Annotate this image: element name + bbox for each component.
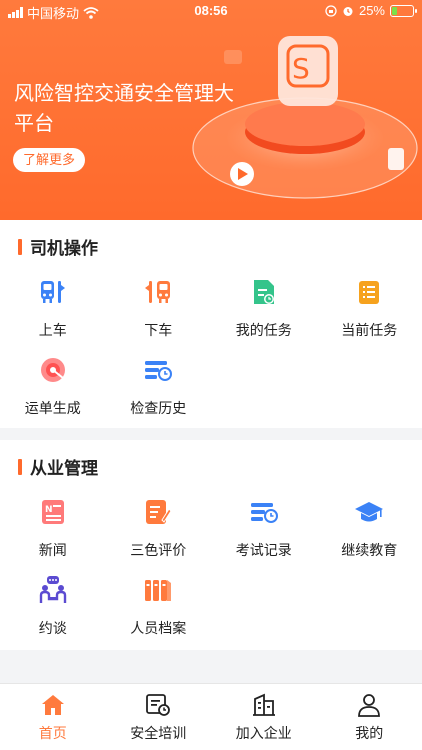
menu-item-label: 约谈 bbox=[38, 621, 67, 637]
section-title: 从业管理 bbox=[30, 459, 98, 479]
menu-item-alight[interactable]: 下车 bbox=[106, 276, 212, 354]
menu-item-waybill[interactable]: 运单生成 bbox=[0, 354, 106, 432]
menu-item-news[interactable]: N 新闻 bbox=[0, 496, 106, 574]
menu-item-board[interactable]: 上车 bbox=[0, 276, 106, 354]
learn-more-button[interactable]: 了解更多 bbox=[13, 148, 86, 172]
education-cap-icon bbox=[353, 496, 385, 528]
menu-item-label: 人员档案 bbox=[130, 621, 187, 637]
tab-label: 我的 bbox=[355, 726, 384, 742]
svg-text:N: N bbox=[45, 505, 53, 515]
menu-item-label: 新闻 bbox=[38, 543, 67, 559]
menu-item-label: 当前任务 bbox=[341, 323, 398, 339]
menu-item-label: 三色评价 bbox=[130, 543, 187, 559]
orientation-lock-icon bbox=[325, 4, 337, 17]
hero-banner[interactable]: 中国移动 08:56 25% S 风险智控交通安全管理大平台 了解更多 bbox=[0, 0, 422, 220]
menu-item-label: 我的任务 bbox=[235, 323, 292, 339]
bottom-tab-bar: 首页 安全培训 加入企业 我的 bbox=[0, 683, 422, 750]
personnel-file-icon bbox=[142, 574, 174, 606]
tab-label: 安全培训 bbox=[130, 726, 187, 742]
tab-safety-training[interactable]: 安全培训 bbox=[106, 684, 212, 750]
menu-item-inspection-history[interactable]: 检查历史 bbox=[106, 354, 212, 432]
user-icon bbox=[358, 694, 381, 717]
menu-item-my-task[interactable]: 我的任务 bbox=[211, 276, 317, 354]
menu-item-label: 继续教育 bbox=[341, 543, 398, 559]
interview-icon bbox=[37, 574, 69, 606]
menu-item-label: 下车 bbox=[144, 323, 173, 339]
current-task-icon bbox=[353, 276, 385, 308]
bus-board-icon bbox=[37, 276, 69, 308]
bus-alight-icon bbox=[142, 276, 174, 308]
exam-record-icon bbox=[248, 496, 280, 528]
tab-home[interactable]: 首页 bbox=[0, 684, 106, 750]
section-driver-operations: 司机操作 上车 下车 我的任务 当前任务 运单生成 检查历史 bbox=[0, 220, 422, 428]
menu-item-personnel-file[interactable]: 人员档案 bbox=[106, 574, 212, 652]
news-icon: N bbox=[37, 496, 69, 528]
waybill-icon bbox=[37, 354, 69, 386]
menu-item-rating[interactable]: 三色评价 bbox=[106, 496, 212, 574]
menu-item-exam-record[interactable]: 考试记录 bbox=[211, 496, 317, 574]
tab-label: 加入企业 bbox=[235, 726, 292, 742]
section-marker bbox=[18, 458, 22, 475]
section-employment-management: 从业管理 N 新闻 三色评价 考试记录 继续教育 约谈 人员档案 bbox=[0, 440, 422, 650]
section-title: 司机操作 bbox=[30, 239, 98, 259]
my-task-icon bbox=[248, 276, 280, 308]
tab-join-company[interactable]: 加入企业 bbox=[211, 684, 317, 750]
menu-item-label: 运单生成 bbox=[24, 401, 81, 417]
menu-item-interview[interactable]: 约谈 bbox=[0, 574, 106, 652]
inspection-history-icon bbox=[142, 354, 174, 386]
status-bar: 中国移动 08:56 25% bbox=[0, 0, 422, 22]
menu-item-label: 检查历史 bbox=[130, 401, 187, 417]
home-icon bbox=[41, 695, 64, 715]
rating-icon bbox=[142, 496, 174, 528]
svg-text:S: S bbox=[292, 52, 310, 85]
building-icon bbox=[252, 693, 275, 716]
banner-title: 风险智控交通安全管理大平台 bbox=[14, 81, 234, 135]
menu-item-continuing-education[interactable]: 继续教育 bbox=[317, 496, 422, 574]
tab-label: 首页 bbox=[38, 726, 67, 742]
menu-item-label: 上车 bbox=[38, 323, 67, 339]
training-icon bbox=[146, 694, 171, 716]
alarm-icon bbox=[343, 6, 353, 16]
battery-percent: 25% bbox=[358, 3, 385, 18]
section-marker bbox=[18, 238, 22, 255]
menu-item-current-task[interactable]: 当前任务 bbox=[317, 276, 422, 354]
tab-mine[interactable]: 我的 bbox=[317, 684, 422, 750]
battery-icon bbox=[390, 4, 417, 17]
menu-item-label: 考试记录 bbox=[235, 543, 292, 559]
